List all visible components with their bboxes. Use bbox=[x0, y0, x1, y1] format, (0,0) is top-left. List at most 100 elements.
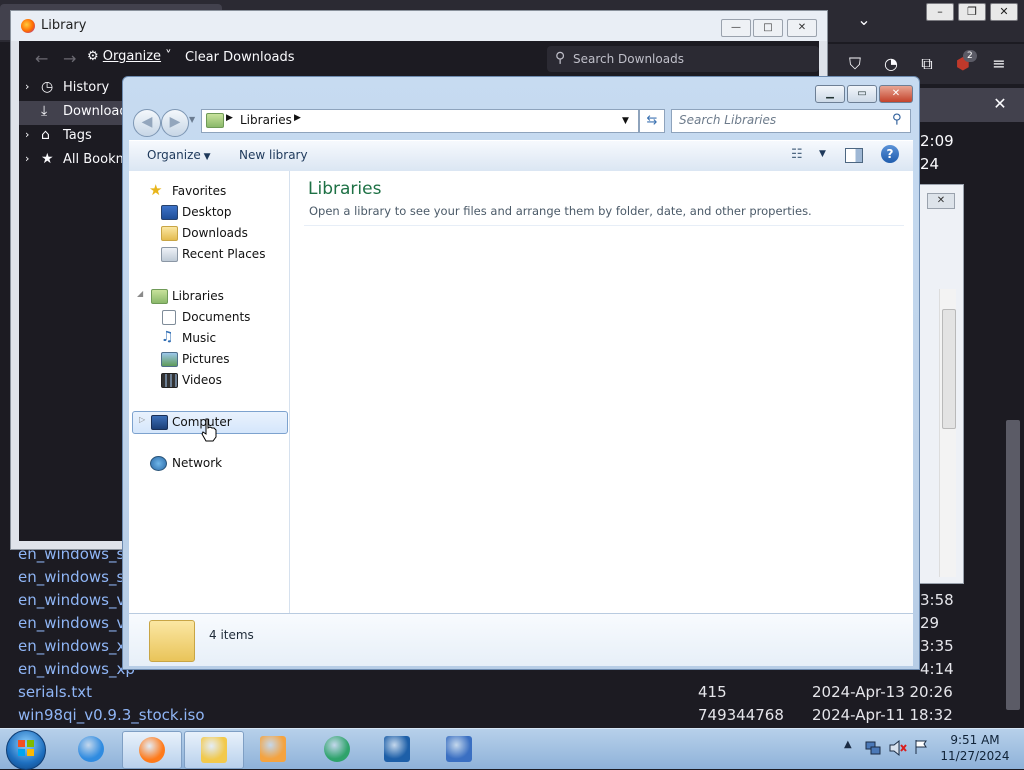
expand-icon[interactable]: ◢ bbox=[137, 289, 143, 298]
sidebar-item-downloads[interactable]: ⤓ Downloads bbox=[19, 101, 134, 125]
show-hidden-icons[interactable]: ▲ bbox=[844, 739, 852, 750]
menu-icon[interactable]: ≡ bbox=[986, 51, 1012, 77]
view-options-icon[interactable]: ▼ bbox=[819, 149, 826, 159]
expand-icon[interactable]: › bbox=[25, 128, 29, 141]
hand-cursor-icon bbox=[201, 418, 217, 442]
download-file-name[interactable]: en_windows_vi bbox=[18, 591, 130, 609]
nav-downloads[interactable]: Downloads bbox=[129, 223, 289, 244]
network-tray-icon[interactable] bbox=[864, 739, 882, 757]
download-row[interactable]: win98qi_v0.9.3_stock.iso 749344768 2024-Ap… bbox=[18, 706, 1018, 729]
address-bar[interactable]: ▶ Libraries ▶ ▼ bbox=[201, 109, 639, 133]
taskbar-app-media-player[interactable] bbox=[244, 731, 302, 767]
list-all-tabs-icon[interactable]: ⌄ bbox=[852, 10, 876, 32]
maximize-button[interactable]: □ bbox=[753, 19, 783, 37]
sidebar-item-history[interactable]: › ◷ History bbox=[19, 77, 131, 101]
window-title: Library bbox=[41, 18, 87, 33]
windows-xp-vm-icon bbox=[446, 736, 472, 762]
taskbar-app-web-browser[interactable] bbox=[308, 731, 366, 767]
clock-time[interactable]: 9:51 AM bbox=[932, 733, 1018, 747]
computer-icon bbox=[151, 415, 168, 430]
nav-videos[interactable]: Videos bbox=[129, 370, 289, 391]
organize-label: Organize bbox=[102, 49, 162, 64]
download-file-name[interactable]: win98qi_v0.9.3_stock.iso bbox=[18, 706, 205, 724]
breadcrumb-libraries[interactable]: Libraries bbox=[240, 113, 292, 127]
gear-icon: ⚙ bbox=[87, 49, 103, 64]
download-file-name[interactable]: en_windows_se bbox=[18, 568, 134, 586]
help-icon[interactable]: ? bbox=[881, 145, 899, 163]
volume-muted-icon[interactable] bbox=[888, 739, 908, 757]
taskbar-app-firefox[interactable] bbox=[122, 731, 182, 769]
minimize-button[interactable]: — bbox=[721, 19, 751, 37]
nav-music[interactable]: ♫ Music bbox=[129, 328, 289, 349]
close-button[interactable]: ✕ bbox=[990, 3, 1018, 21]
close-button[interactable]: ✕ bbox=[927, 193, 955, 209]
scrollbar-thumb[interactable] bbox=[942, 309, 956, 429]
minimize-button[interactable]: ▁ bbox=[815, 85, 845, 103]
expand-icon[interactable]: › bbox=[25, 152, 29, 165]
search-icon: ⚲ bbox=[555, 50, 566, 66]
scrollbar[interactable] bbox=[939, 289, 956, 577]
library-title-bar[interactable]: Library — □ ✕ bbox=[11, 11, 827, 41]
downloads-progress-icon[interactable]: ◔ bbox=[878, 51, 904, 77]
nav-desktop[interactable]: Desktop bbox=[129, 202, 289, 223]
nav-pictures[interactable]: Pictures bbox=[129, 349, 289, 370]
forward-button[interactable]: ▶ bbox=[161, 109, 189, 137]
nav-favorites[interactable]: ★ Favorites bbox=[129, 181, 289, 202]
search-downloads-input[interactable]: ⚲ Search Downloads bbox=[547, 46, 819, 72]
forward-arrow-icon[interactable]: → bbox=[63, 49, 76, 68]
new-library-button[interactable]: New library bbox=[239, 148, 308, 162]
desktop-icon bbox=[161, 205, 178, 220]
nav-documents[interactable]: Documents bbox=[129, 307, 289, 328]
nav-libraries[interactable]: ◢ Libraries bbox=[129, 286, 289, 307]
clock-date[interactable]: 11/27/2024 bbox=[932, 749, 1018, 763]
taskbar-app-internet-explorer[interactable] bbox=[62, 731, 120, 767]
breadcrumb-arrow-icon[interactable]: ▶ bbox=[294, 113, 301, 123]
clear-downloads-button[interactable]: Clear Downloads bbox=[185, 50, 295, 65]
taskbar-app-windows-explorer[interactable] bbox=[184, 731, 244, 769]
expand-icon[interactable]: › bbox=[25, 80, 29, 93]
recent-pages-icon[interactable]: ▼ bbox=[189, 115, 195, 124]
download-time: 2:09 bbox=[920, 132, 954, 150]
breadcrumb-arrow-icon[interactable]: ▶ bbox=[226, 113, 233, 123]
download-file-name[interactable]: serials.txt bbox=[18, 683, 92, 701]
library-toolbar: ← → ⚙ Organize ˅ Clear Downloads ⚲ Searc… bbox=[19, 41, 819, 77]
organize-button[interactable]: ⚙ Organize ˅ bbox=[87, 49, 172, 64]
navigation-pane: ★ Favorites Desktop Downloads Recent Pla… bbox=[129, 171, 290, 613]
search-libraries-input[interactable]: Search Libraries ⚲ bbox=[671, 109, 911, 133]
taskbar-app-windows-xp-vm[interactable] bbox=[430, 731, 488, 767]
action-center-flag-icon[interactable] bbox=[914, 739, 928, 755]
preview-pane-icon[interactable] bbox=[845, 148, 863, 163]
nav-label: Music bbox=[182, 331, 217, 345]
start-button[interactable] bbox=[6, 730, 46, 770]
back-arrow-icon[interactable]: ← bbox=[35, 49, 48, 68]
pocket-icon[interactable]: ⛉ bbox=[842, 51, 868, 77]
close-icon[interactable]: ✕ bbox=[990, 94, 1010, 114]
maximize-button[interactable]: ▭ bbox=[847, 85, 877, 103]
nav-label: Pictures bbox=[182, 352, 230, 366]
change-view-icon[interactable]: ☷ bbox=[791, 147, 803, 162]
recent-places-icon bbox=[161, 247, 178, 262]
download-file-name[interactable]: en_windows_vi bbox=[18, 614, 130, 632]
close-button[interactable]: ✕ bbox=[787, 19, 817, 37]
refresh-button[interactable]: ⇆ bbox=[639, 109, 665, 133]
nav-recent-places[interactable]: Recent Places bbox=[129, 244, 289, 265]
taskbar-app-virtualbox[interactable] bbox=[368, 731, 426, 767]
restore-button[interactable]: ❐ bbox=[958, 3, 986, 21]
content-pane[interactable]: Libraries Open a library to see your fil… bbox=[290, 171, 913, 613]
download-file-name[interactable]: en_windows_xp bbox=[18, 637, 135, 655]
scrollbar-thumb[interactable] bbox=[1006, 420, 1020, 710]
close-button[interactable]: ✕ bbox=[879, 85, 913, 103]
back-button[interactable]: ◀ bbox=[133, 109, 161, 137]
search-icon[interactable]: ⚲ bbox=[892, 112, 902, 127]
address-dropdown-icon[interactable]: ▼ bbox=[622, 116, 629, 126]
download-row[interactable]: serials.txt 415 2024-Apr-13 20:26 bbox=[18, 683, 1018, 706]
download-size: 415 bbox=[698, 683, 727, 701]
sidebar-item-all-bookmarks[interactable]: › ★ All Bookmarks bbox=[19, 149, 156, 173]
nav-network[interactable]: Network bbox=[129, 453, 289, 474]
organize-button[interactable]: Organize ▼ bbox=[147, 148, 211, 162]
sidebar-item-tags[interactable]: › ⌂ Tags bbox=[19, 125, 131, 149]
extensions-icon[interactable]: ⧉ bbox=[914, 51, 940, 77]
minimize-button[interactable]: – bbox=[926, 3, 954, 21]
expand-icon[interactable]: ▷ bbox=[139, 415, 145, 424]
download-file-name[interactable]: en_windows_xp bbox=[18, 660, 135, 678]
